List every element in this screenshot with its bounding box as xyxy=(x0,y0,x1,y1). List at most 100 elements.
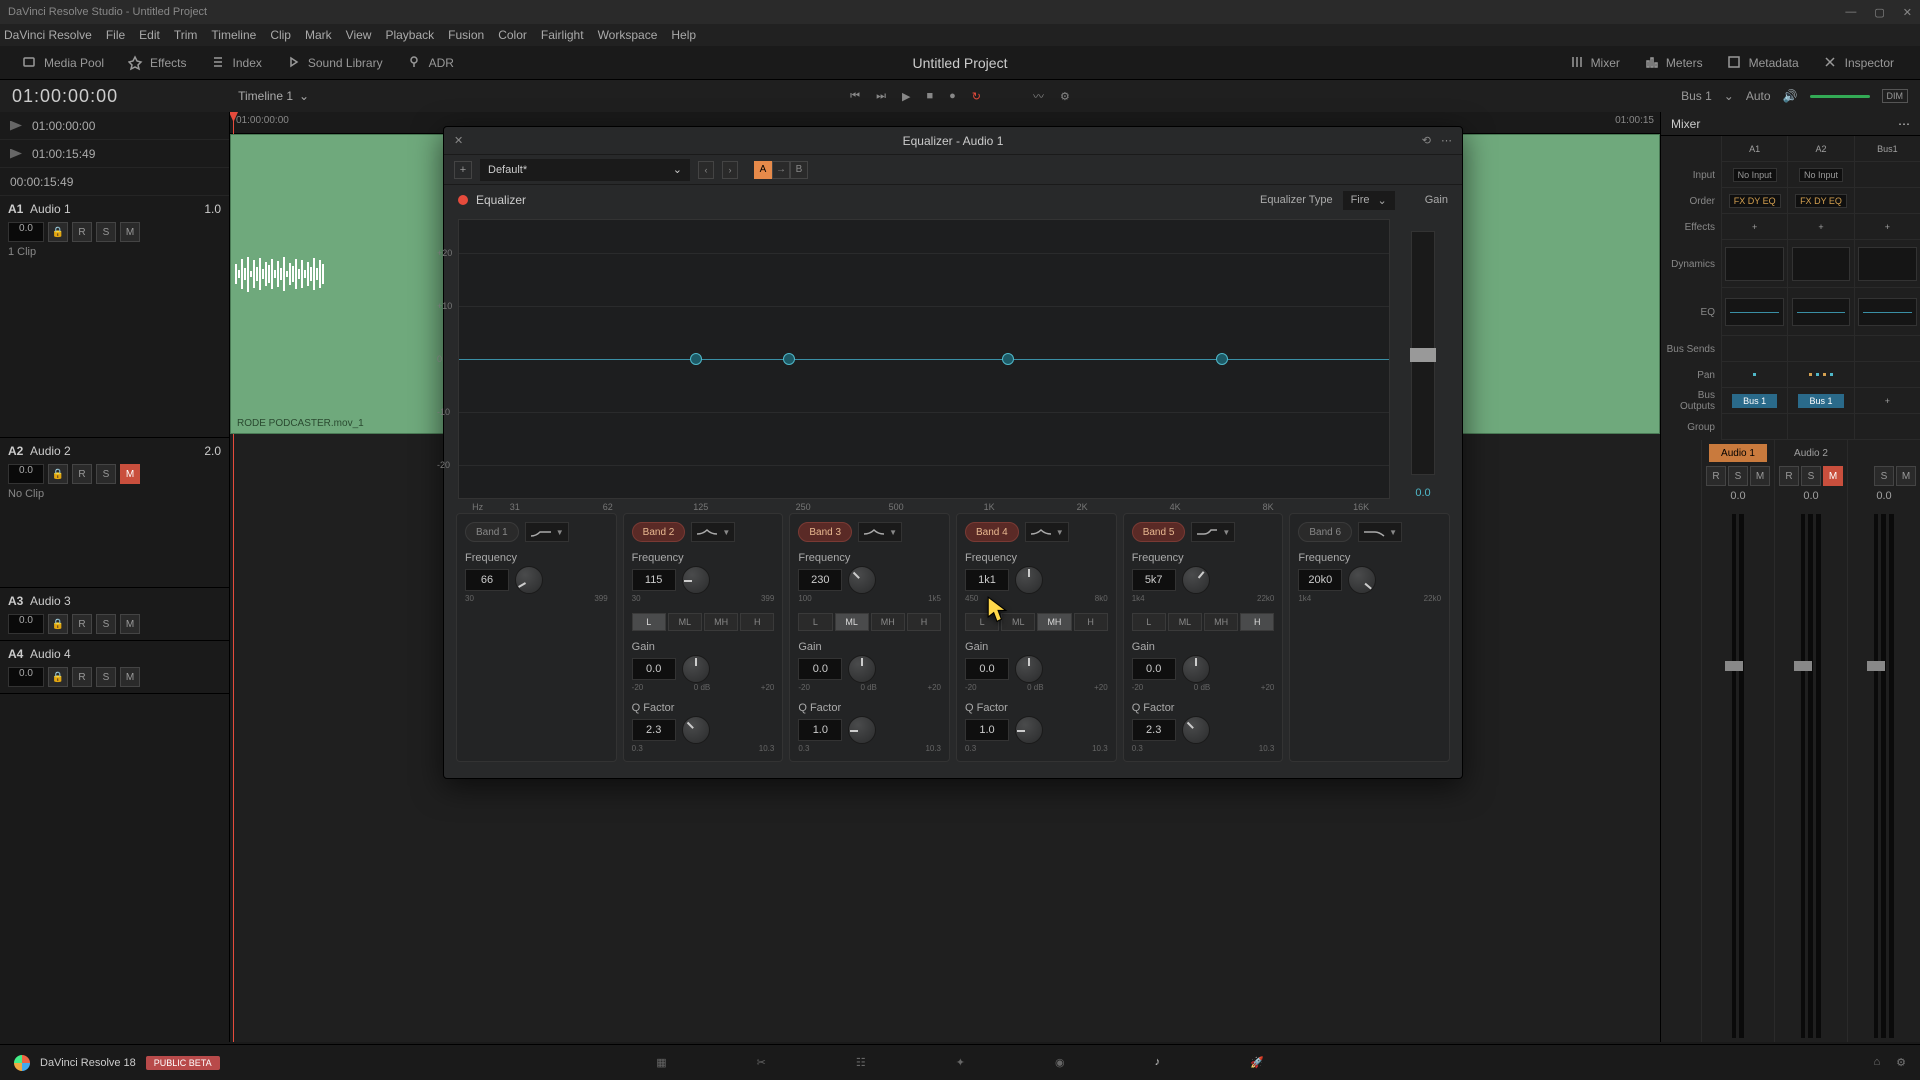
ab-copy-button[interactable]: → xyxy=(772,161,790,179)
freq-knob[interactable] xyxy=(1182,566,1210,594)
page-deliver-icon[interactable]: 🚀 xyxy=(1250,1056,1264,1069)
freq-knob[interactable] xyxy=(1015,566,1043,594)
channel-strip-a2[interactable]: Audio 2 RSM 0.0 xyxy=(1774,440,1847,1042)
play-icon[interactable] xyxy=(10,121,22,131)
track-header-a1[interactable]: A1 Audio 11.0 0.0 🔒 R S M 1 Clip xyxy=(0,196,229,438)
eq-node-4[interactable] xyxy=(1002,353,1014,365)
close-window-icon[interactable]: ✕ xyxy=(1903,6,1912,19)
adr-button[interactable]: ADR xyxy=(397,51,464,75)
ab-b-button[interactable]: B xyxy=(790,161,808,179)
freq-range-h[interactable]: H xyxy=(1240,613,1274,631)
band-enable-toggle[interactable]: Band 6 xyxy=(1298,522,1352,542)
master-timecode[interactable]: 01:00:00:00 xyxy=(12,86,118,107)
mixer-button[interactable]: Mixer xyxy=(1559,51,1630,75)
fader[interactable] xyxy=(1801,514,1805,1038)
stop-button[interactable]: ■ xyxy=(926,90,933,102)
next-preset-button[interactable]: › xyxy=(722,161,738,179)
menu-item[interactable]: Playback xyxy=(385,28,434,42)
solo-button[interactable]: S xyxy=(96,464,116,484)
lock-icon[interactable]: 🔒 xyxy=(48,667,68,687)
page-color-icon[interactable]: ◉ xyxy=(1055,1056,1065,1069)
dynamics-mini[interactable] xyxy=(1725,247,1784,281)
master-gain-slider[interactable] xyxy=(1411,231,1435,475)
mute-button[interactable]: M xyxy=(120,667,140,687)
freq-knob[interactable] xyxy=(848,566,876,594)
freq-range-ml[interactable]: ML xyxy=(1168,613,1202,631)
add-preset-button[interactable]: + xyxy=(454,161,472,179)
minimize-icon[interactable]: — xyxy=(1845,6,1856,19)
solo-button[interactable]: S xyxy=(1801,466,1821,486)
bus-output[interactable]: Bus 1 xyxy=(1732,394,1777,408)
loop-button[interactable]: ↻ xyxy=(972,90,981,103)
eq-mini[interactable] xyxy=(1725,298,1784,326)
record-arm-button[interactable]: R xyxy=(72,667,92,687)
media-pool-button[interactable]: Media Pool xyxy=(12,51,114,75)
q-value[interactable]: 2.3 xyxy=(632,719,676,741)
gain-value[interactable]: 0.0 xyxy=(1132,658,1176,680)
band-shape-selector[interactable]: ▼ xyxy=(1358,522,1402,542)
band-enable-toggle[interactable]: Band 5 xyxy=(1132,522,1186,542)
record-arm-button[interactable]: R xyxy=(72,222,92,242)
bus-output[interactable]: Bus 1 xyxy=(1798,394,1843,408)
freq-range-ml[interactable]: ML xyxy=(1001,613,1035,631)
band-shape-selector[interactable]: ▼ xyxy=(1191,522,1235,542)
freq-range-l[interactable]: L xyxy=(1132,613,1166,631)
band-shape-selector[interactable]: ▼ xyxy=(525,522,569,542)
add-effect-button[interactable]: + xyxy=(1885,222,1890,232)
dim-button[interactable]: DIM xyxy=(1882,89,1909,103)
power-button[interactable] xyxy=(458,195,468,205)
q-knob[interactable] xyxy=(1015,716,1043,744)
lock-icon[interactable]: 🔒 xyxy=(48,222,68,242)
prev-preset-button[interactable]: ‹ xyxy=(698,161,714,179)
dialog-titlebar[interactable]: ✕ Equalizer - Audio 1 ⟲⋯ xyxy=(444,127,1462,155)
mixer-channel-bus1[interactable]: Bus1 + + xyxy=(1854,136,1920,440)
solo-button[interactable]: S xyxy=(96,667,116,687)
mixer-channel-a2[interactable]: A2 No Input FX DY EQ + Bus 1 xyxy=(1787,136,1853,440)
maximize-icon[interactable]: ▢ xyxy=(1874,6,1884,19)
page-cut-icon[interactable]: ✂ xyxy=(757,1056,766,1069)
freq-value[interactable]: 115 xyxy=(632,569,676,591)
auto-label[interactable]: Auto xyxy=(1746,89,1771,103)
track-volume[interactable]: 0.0 xyxy=(8,614,44,634)
input-select[interactable]: No Input xyxy=(1733,168,1777,182)
eq-node-5[interactable] xyxy=(1216,353,1228,365)
menu-item[interactable]: Timeline xyxy=(211,28,256,42)
track-volume[interactable]: 0.0 xyxy=(8,222,44,242)
menu-item[interactable]: Help xyxy=(671,28,696,42)
meters-button[interactable]: Meters xyxy=(1634,51,1713,75)
dynamics-mini[interactable] xyxy=(1858,247,1917,281)
mute-button[interactable]: M xyxy=(120,614,140,634)
freq-range-h[interactable]: H xyxy=(740,613,774,631)
pan-control[interactable] xyxy=(1753,373,1756,376)
record-arm-button[interactable]: R xyxy=(1779,466,1799,486)
solo-button[interactable]: S xyxy=(1874,466,1894,486)
eq-node-2[interactable] xyxy=(690,353,702,365)
freq-range-l[interactable]: L xyxy=(632,613,666,631)
menu-item[interactable]: Color xyxy=(498,28,527,42)
preset-selector[interactable]: Default*⌄ xyxy=(480,159,690,181)
freq-knob[interactable] xyxy=(1348,566,1376,594)
track-volume[interactable]: 0.0 xyxy=(8,667,44,687)
more-icon[interactable]: ⋯ xyxy=(1898,117,1910,131)
order-chip[interactable]: FX DY EQ xyxy=(1795,194,1847,208)
track-header-a3[interactable]: A3 Audio 3 0.0 🔒 R S M xyxy=(0,588,229,641)
inspector-button[interactable]: Inspector xyxy=(1813,51,1904,75)
eq-mini[interactable] xyxy=(1792,298,1851,326)
play-icon[interactable] xyxy=(10,149,22,159)
menu-item[interactable]: File xyxy=(106,28,125,42)
band-shape-selector[interactable]: ▼ xyxy=(691,522,735,542)
q-value[interactable]: 2.3 xyxy=(1132,719,1176,741)
lock-icon[interactable]: 🔒 xyxy=(48,464,68,484)
input-select[interactable]: No Input xyxy=(1799,168,1843,182)
freq-range-h[interactable]: H xyxy=(1074,613,1108,631)
pan-control[interactable] xyxy=(1809,373,1833,376)
lock-icon[interactable]: 🔒 xyxy=(48,614,68,634)
q-knob[interactable] xyxy=(682,716,710,744)
more-icon[interactable]: ⋯ xyxy=(1441,134,1452,147)
freq-range-h[interactable]: H xyxy=(907,613,941,631)
freq-range-mh[interactable]: MH xyxy=(1204,613,1238,631)
menu-item[interactable]: Workspace xyxy=(598,28,658,42)
mute-button[interactable]: M xyxy=(1896,466,1916,486)
freq-value[interactable]: 66 xyxy=(465,569,509,591)
eq-mini[interactable] xyxy=(1858,298,1917,326)
